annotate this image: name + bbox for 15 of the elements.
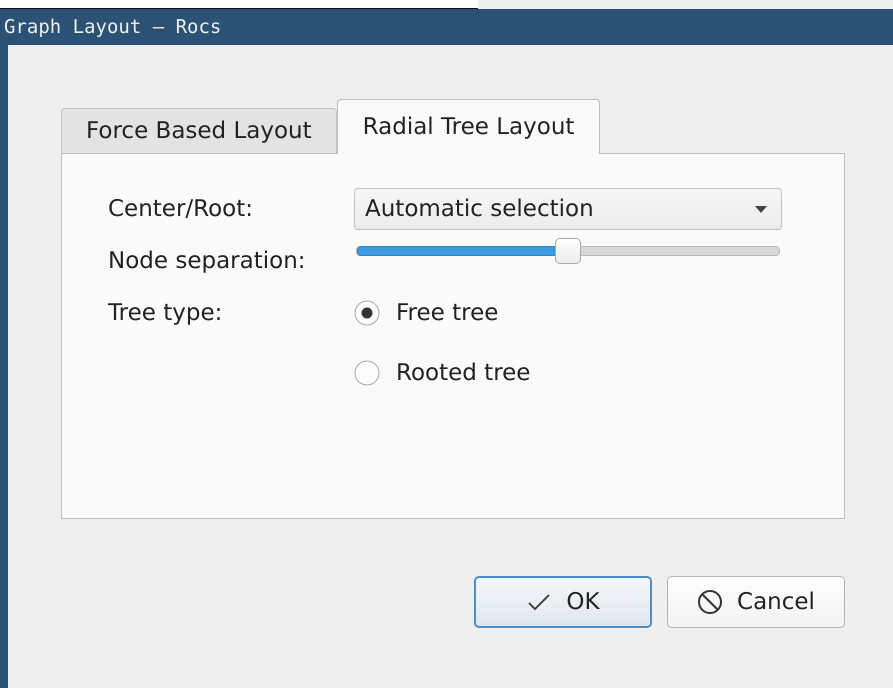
field-label: Center/Root: <box>108 195 254 224</box>
radio-label[interactable]: Free tree <box>396 300 498 326</box>
radio-button[interactable] <box>354 360 380 386</box>
tab[interactable]: Force Based Layout <box>61 108 337 153</box>
field-label: Node separation: <box>108 247 307 276</box>
slider-handle[interactable] <box>555 238 581 264</box>
tab[interactable]: Radial Tree Layout <box>336 99 600 154</box>
root-dropdown[interactable]: Automatic selection <box>354 188 782 230</box>
cancel-icon <box>697 589 724 615</box>
radio-label[interactable]: Rooted tree <box>396 360 530 386</box>
cancel-button[interactable]: Cancel <box>667 576 845 628</box>
radio-button[interactable] <box>354 300 380 326</box>
caret-icon <box>755 206 767 212</box>
field-label: Tree type: <box>108 299 224 328</box>
ok-button[interactable]: OK <box>474 576 652 628</box>
